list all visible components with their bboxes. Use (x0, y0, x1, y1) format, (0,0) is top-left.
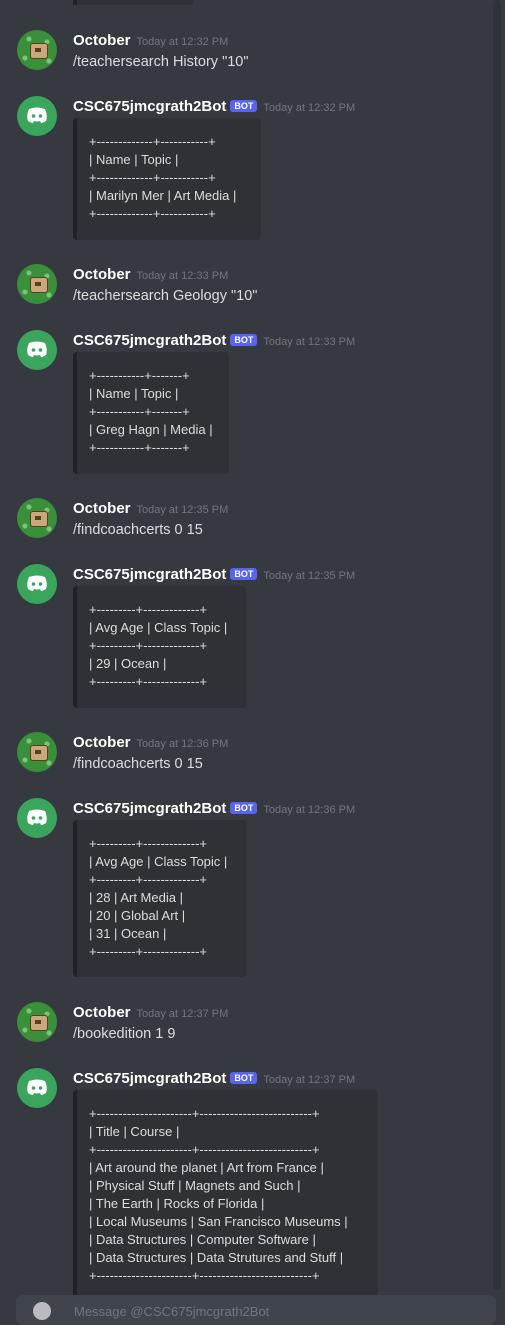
bot-avatar[interactable] (17, 798, 57, 838)
code-embed: +---------+-------------+ | Avg Age | Cl… (73, 586, 246, 708)
author-name[interactable]: CSC675jmcgrath2Bot (73, 332, 226, 349)
embed-line: | 28 | Art Media | (89, 890, 183, 905)
discord-logo-icon (27, 1079, 47, 1095)
timestamp: Today at 12:33 PM (136, 270, 229, 282)
previous-embed-tail (73, 0, 194, 5)
embed-line: | The Earth | Rocks of Florida | (89, 1196, 265, 1211)
embed-line: +-------------+-----------+ (89, 206, 216, 221)
message-text: /teachersearch Geology "10" (73, 288, 258, 304)
embed-line: | Greg Hagn | Media | (89, 422, 213, 437)
embed-line: | Physical Stuff | Magnets and Such | (89, 1178, 301, 1193)
embed-line: +---------+-------------+ (89, 944, 208, 959)
code-embed: +---------+-------------+ | Avg Age | Cl… (73, 820, 246, 977)
author-name[interactable]: October (73, 1004, 131, 1021)
embed-line: | Title | Course | (89, 1124, 180, 1139)
message-text: /teachersearch History "10" (73, 54, 249, 70)
timestamp: Today at 12:36 PM (136, 738, 229, 750)
timestamp: Today at 12:35 PM (263, 570, 356, 582)
embed-line: | Art around the planet | Art from Franc… (89, 1160, 324, 1175)
message-text: /bookedition 1 9 (73, 1026, 176, 1042)
embed-line: | 29 | Ocean | (89, 656, 167, 671)
bot-avatar[interactable] (17, 1068, 57, 1108)
timestamp: Today at 12:37 PM (263, 1074, 356, 1086)
bot-avatar[interactable] (17, 564, 57, 604)
discord-logo-icon (27, 107, 47, 123)
user-avatar[interactable] (17, 264, 57, 304)
add-attachment-icon[interactable] (33, 1302, 51, 1320)
code-embed: +----------------------+----------------… (73, 1090, 378, 1300)
embed-line: | Name | Topic | (89, 152, 179, 167)
timestamp: Today at 12:32 PM (136, 36, 229, 48)
embed-line: +---------+-------------+ (89, 674, 208, 689)
embed-line: +---------+-------------+ (89, 638, 208, 653)
user-avatar[interactable] (17, 732, 57, 772)
embed-line: +-------------+-----------+ (89, 134, 216, 149)
embed-line: | Data Structures | Data Strutures and S… (89, 1250, 344, 1265)
author-name[interactable]: CSC675jmcgrath2Bot (73, 566, 226, 583)
code-embed: +-------------+-----------+ | Name | Top… (73, 118, 261, 240)
timestamp: Today at 12:32 PM (263, 102, 356, 114)
timestamp: Today at 12:36 PM (263, 804, 356, 816)
message-text: /findcoachcerts 0 15 (73, 756, 203, 772)
message-text: /findcoachcerts 0 15 (73, 522, 203, 538)
user-avatar[interactable] (17, 30, 57, 70)
embed-line: +-----------+-------+ (89, 368, 190, 383)
scrollbar[interactable] (493, 0, 501, 1290)
embed-line: | Avg Age | Class Topic | (89, 620, 228, 635)
embed-line: | Marilyn Mer | Art Media | (89, 188, 237, 203)
bot-badge: BOT (230, 568, 258, 580)
timestamp: Today at 12:33 PM (263, 336, 356, 348)
embed-line: | 20 | Global Art | (89, 908, 186, 923)
embed-line: | Name | Topic | (89, 386, 179, 401)
embed-line: +---------+-------------+ (89, 602, 208, 617)
discord-logo-icon (27, 575, 47, 591)
author-name[interactable]: October (73, 266, 131, 283)
bot-avatar[interactable] (17, 96, 57, 136)
embed-line: | Local Museums | San Francisco Museums … (89, 1214, 348, 1229)
embed-line: +----------------------+----------------… (89, 1268, 320, 1283)
embed-line: | 31 | Ocean | (89, 926, 167, 941)
embed-line: +-------------+-----------+ (89, 170, 216, 185)
embed-line: +----------------------+----------------… (89, 1142, 320, 1157)
bot-badge: BOT (230, 100, 258, 112)
bot-avatar[interactable] (17, 330, 57, 370)
author-name[interactable]: October (73, 734, 131, 751)
embed-line: +-----------+-------+ (89, 440, 190, 455)
author-name[interactable]: CSC675jmcgrath2Bot (73, 1070, 226, 1087)
embed-line: +---------+-------------+ (89, 872, 208, 887)
bot-badge: BOT (230, 334, 258, 346)
user-avatar[interactable] (17, 498, 57, 538)
message-composer[interactable]: Message @CSC675jmcgrath2Bot (16, 1295, 496, 1325)
code-embed: +-----------+-------+ | Name | Topic | +… (73, 352, 229, 474)
author-name[interactable]: CSC675jmcgrath2Bot (73, 98, 226, 115)
embed-line: | Data Structures | Computer Software | (89, 1232, 316, 1247)
embed-line: +----------------------+----------------… (89, 1106, 320, 1121)
discord-logo-icon (27, 809, 47, 825)
author-name[interactable]: October (73, 500, 131, 517)
author-name[interactable]: CSC675jmcgrath2Bot (73, 800, 226, 817)
discord-logo-icon (27, 341, 47, 357)
embed-line: | Avg Age | Class Topic | (89, 854, 228, 869)
user-avatar[interactable] (17, 1002, 57, 1042)
bot-badge: BOT (230, 802, 258, 814)
embed-line: +-----------+-------+ (89, 404, 190, 419)
embed-line: +---------+-------------+ (89, 836, 208, 851)
author-name[interactable]: October (73, 32, 131, 49)
bot-badge: BOT (230, 1072, 258, 1084)
timestamp: Today at 12:37 PM (136, 1008, 229, 1020)
timestamp: Today at 12:35 PM (136, 504, 229, 516)
